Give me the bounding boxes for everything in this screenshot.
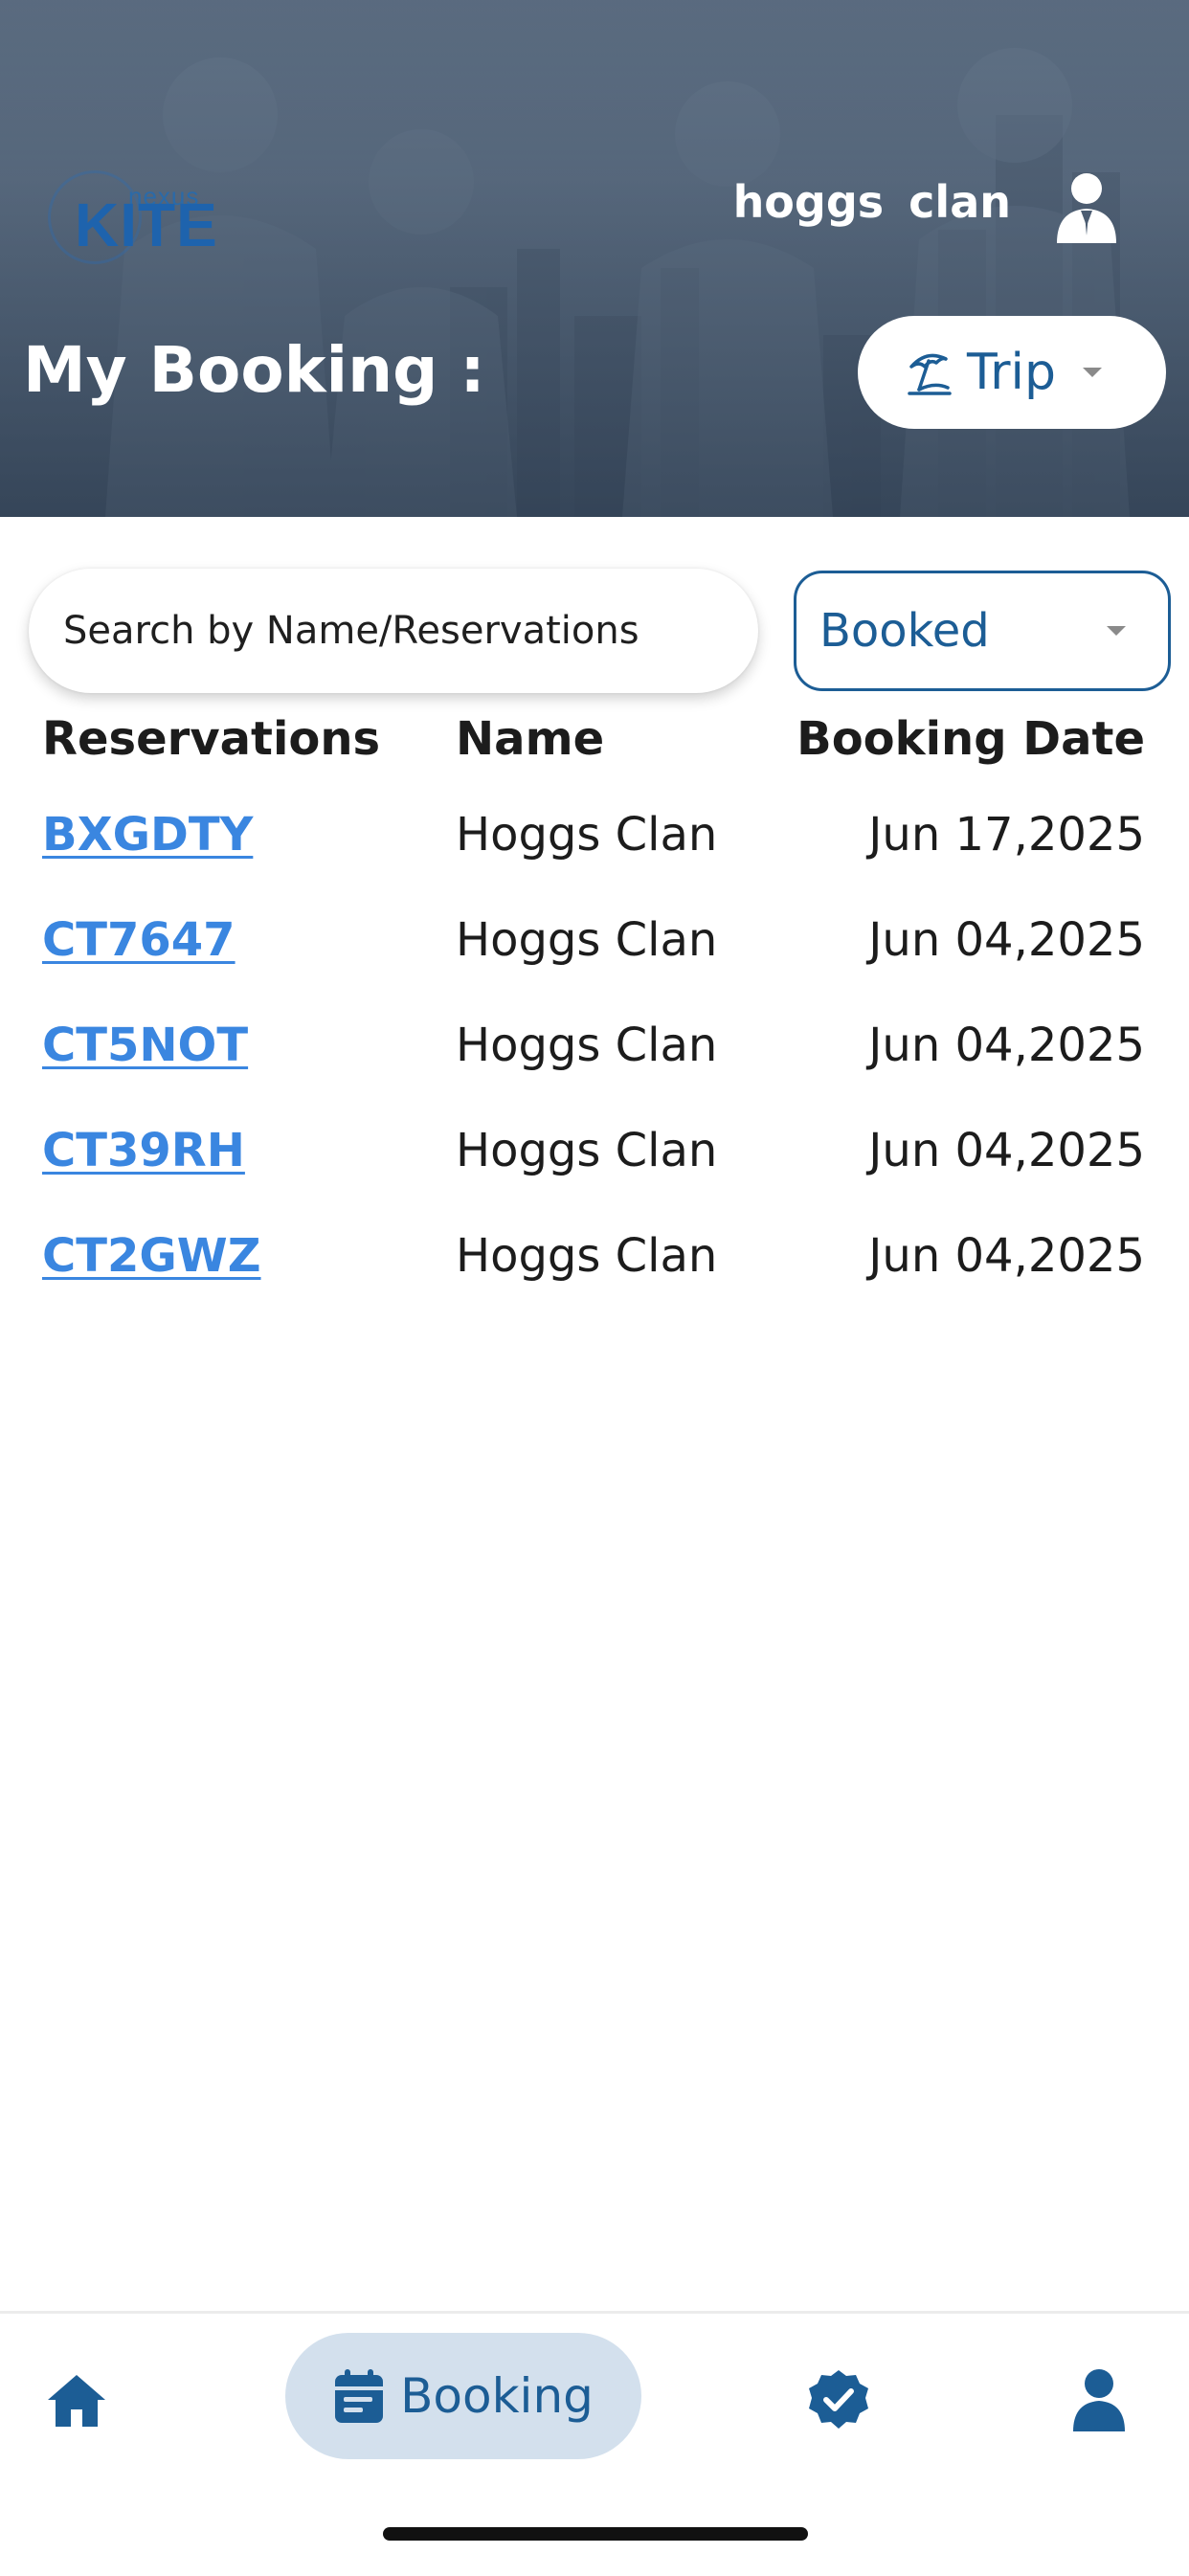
- person-icon: [1073, 2369, 1125, 2431]
- reservation-link[interactable]: CT7647: [42, 913, 236, 967]
- nav-home[interactable]: [38, 2362, 115, 2438]
- kite-logo: nexus KITE: [48, 161, 220, 264]
- trip-type-dropdown[interactable]: Trip: [858, 316, 1166, 429]
- guest-name: Hoggs Clan: [456, 1124, 718, 1177]
- reservation-link[interactable]: CT2GWZ: [42, 1229, 261, 1283]
- status-filter-value: Booked: [819, 604, 990, 658]
- header-banner: nexus KITE hoggs clan My Booking : Trip: [0, 0, 1189, 517]
- user-avatar-icon[interactable]: [1053, 172, 1120, 243]
- column-header-name: Name: [456, 712, 605, 766]
- column-header-reservations: Reservations: [42, 712, 381, 766]
- table-header: Reservations Name Booking Date: [0, 699, 1189, 785]
- calendar-icon: [335, 2369, 384, 2423]
- booking-date: Jun 17,2025: [868, 808, 1145, 862]
- chevron-down-icon: [1082, 368, 1102, 377]
- booking-date: Jun 04,2025: [868, 1019, 1145, 1072]
- nav-profile[interactable]: [1061, 2360, 1137, 2440]
- booking-date: Jun 04,2025: [868, 1124, 1145, 1177]
- reservation-link[interactable]: CT39RH: [42, 1124, 245, 1177]
- booking-date: Jun 04,2025: [868, 1229, 1145, 1283]
- logo-main-text: KITE: [75, 190, 218, 259]
- nav-booking-label: Booking: [400, 2368, 594, 2424]
- home-indicator: [383, 2527, 808, 2541]
- table-row: CT2GWZ Hoggs Clan Jun 04,2025: [0, 1206, 1189, 1311]
- table-row: CT7647 Hoggs Clan Jun 04,2025: [0, 890, 1189, 996]
- guest-name: Hoggs Clan: [456, 913, 718, 967]
- table-row: BXGDTY Hoggs Clan Jun 17,2025: [0, 785, 1189, 890]
- column-header-booking-date: Booking Date: [796, 712, 1145, 766]
- nav-booking[interactable]: Booking: [285, 2333, 641, 2459]
- guest-name: Hoggs Clan: [456, 1019, 718, 1072]
- nav-verified[interactable]: [798, 2360, 879, 2440]
- verified-badge-icon: [809, 2370, 868, 2429]
- reservation-link[interactable]: BXGDTY: [42, 808, 253, 862]
- guest-name: Hoggs Clan: [456, 1229, 718, 1283]
- status-filter-dropdown[interactable]: Booked: [794, 571, 1171, 691]
- user-name: hoggs clan: [732, 176, 1011, 228]
- reservation-link[interactable]: CT5NOT: [42, 1019, 248, 1072]
- search-input[interactable]: [29, 569, 758, 693]
- home-icon: [48, 2375, 105, 2427]
- table-row: CT39RH Hoggs Clan Jun 04,2025: [0, 1101, 1189, 1206]
- chevron-down-icon: [1107, 626, 1126, 636]
- trip-dropdown-label: Trip: [967, 344, 1056, 401]
- page-title: My Booking :: [23, 333, 485, 407]
- booking-date: Jun 04,2025: [868, 913, 1145, 967]
- beach-umbrella-icon: [908, 353, 952, 395]
- table-row: CT5NOT Hoggs Clan Jun 04,2025: [0, 996, 1189, 1101]
- guest-name: Hoggs Clan: [456, 808, 718, 862]
- bookings-table: Reservations Name Booking Date BXGDTY Ho…: [0, 699, 1189, 1311]
